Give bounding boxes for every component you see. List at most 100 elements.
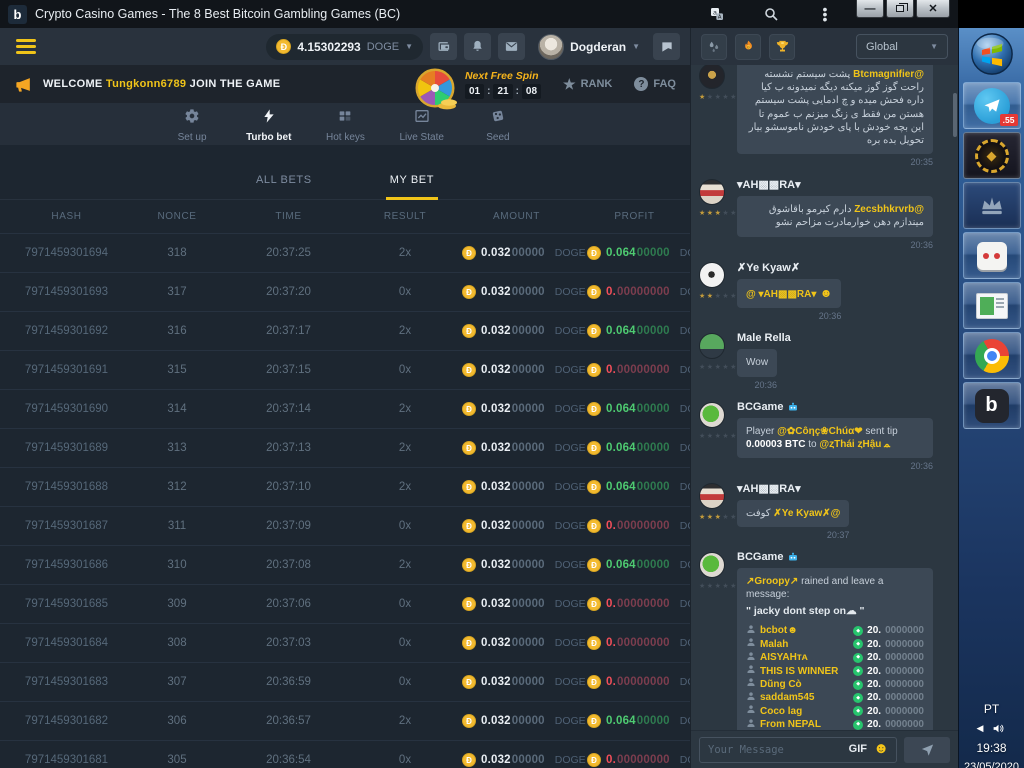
- coin-drop-button[interactable]: Đ: [735, 34, 761, 60]
- messages-button[interactable]: [498, 33, 525, 60]
- bet-time: 20:37:06: [221, 598, 356, 610]
- user-mention[interactable]: @Btcmagnifier: [853, 69, 924, 80]
- user-menu[interactable]: Dogderan ▼: [538, 34, 640, 60]
- emoji-button[interactable]: ☻: [873, 741, 889, 757]
- rain-recipient-name[interactable]: THIS IS WINNER: [760, 665, 849, 678]
- wallet-button[interactable]: [430, 33, 457, 60]
- user-mention[interactable]: ↗Groopy↗: [746, 576, 798, 587]
- tab-all-bets[interactable]: ALL BETS: [252, 174, 316, 200]
- menu-dots-icon[interactable]: •••: [816, 5, 834, 23]
- user-mention[interactable]: @✗Ye Kyaw✗: [773, 508, 840, 519]
- bet-time: 20:37:14: [221, 403, 356, 415]
- taskbar-crown-app[interactable]: [963, 182, 1021, 229]
- user-mention[interactable]: @ȥThái ȥHậu ﻤ: [819, 439, 890, 450]
- taskbar-dice-bot[interactable]: [963, 232, 1021, 279]
- table-row[interactable]: 797145930169031420:37:142xĐ0.03200000DOG…: [0, 389, 690, 428]
- send-message-button[interactable]: [904, 737, 950, 763]
- avatar[interactable]: [699, 483, 725, 509]
- chat-username[interactable]: BCGame: [737, 551, 948, 563]
- table-row[interactable]: 797145930168130520:36:540xĐ0.03200000DOG…: [0, 740, 690, 768]
- chat-message-body: ▾AH▩▩RA▾@✗Ye Kyaw✗ کوفت20:37: [737, 481, 948, 540]
- taskbar-bcgame[interactable]: b: [963, 382, 1021, 429]
- avatar[interactable]: [699, 552, 725, 578]
- faq-link[interactable]: ? FAQ: [634, 77, 676, 91]
- table-row[interactable]: 797145930168330720:36:590xĐ0.03200000DOG…: [0, 662, 690, 701]
- search-icon[interactable]: [762, 5, 780, 23]
- volume-icon[interactable]: [991, 722, 1006, 735]
- user-rating: ★★★★★: [699, 292, 738, 300]
- restore-button[interactable]: [886, 0, 914, 18]
- avatar[interactable]: [699, 179, 725, 205]
- chat-bubble: @✗Ye Kyaw✗ کوفت: [737, 500, 849, 527]
- chat-scrollbar[interactable]: [953, 93, 957, 137]
- taskbar-telegram[interactable]: .55: [963, 82, 1021, 129]
- hamburger-menu-icon[interactable]: [16, 39, 36, 54]
- rain-recipient-name[interactable]: Malah: [760, 638, 849, 651]
- table-row[interactable]: 797145930169331720:37:200xĐ0.03200000DOG…: [0, 272, 690, 311]
- translate-icon[interactable]: aA: [708, 5, 726, 23]
- table-row[interactable]: 797145930168430820:37:030xĐ0.03200000DOG…: [0, 623, 690, 662]
- free-spin-widget[interactable]: Next Free Spin 01: 21: 08: [413, 66, 541, 102]
- taskbar-date[interactable]: 23/05/2020: [964, 761, 1019, 768]
- bets-tabs: ALL BETS MY BET: [0, 145, 690, 200]
- taskbar-clock[interactable]: 19:38: [976, 741, 1006, 755]
- rain-recipient-name[interactable]: saddam545: [760, 691, 849, 704]
- table-row[interactable]: 797145930168931320:37:132xĐ0.03200000DOG…: [0, 428, 690, 467]
- table-row[interactable]: 797145930168230620:36:572xĐ0.03200000DOG…: [0, 701, 690, 740]
- language-indicator[interactable]: PT: [984, 702, 999, 716]
- settings-tab-turbo-bet[interactable]: Turbo bet: [246, 108, 291, 145]
- chat-username[interactable]: Male Rella: [737, 332, 948, 344]
- settings-tab-set-up[interactable]: Set up: [170, 108, 214, 145]
- rain-recipient-name[interactable]: From NEPAL: [760, 718, 849, 730]
- bet-nonce: 316: [133, 325, 221, 337]
- settings-tab-hot-keys[interactable]: Hot keys: [323, 108, 367, 145]
- start-button[interactable]: [968, 30, 1016, 78]
- table-row[interactable]: 797145930169431820:37:252xĐ0.03200000DOG…: [0, 233, 690, 272]
- chat-toggle-button[interactable]: [653, 33, 680, 60]
- user-mention[interactable]: @✿Côηç❀Chúα❤: [777, 426, 862, 437]
- star-icon: ★: [722, 210, 730, 217]
- table-row[interactable]: 797145930168631020:37:082xĐ0.03200000DOG…: [0, 545, 690, 584]
- minimize-button[interactable]: —: [856, 0, 884, 18]
- contest-button[interactable]: [769, 34, 795, 60]
- table-row[interactable]: 797145930168831220:37:102xĐ0.03200000DOG…: [0, 467, 690, 506]
- table-row[interactable]: 797145930168530920:37:060xĐ0.03200000DOG…: [0, 584, 690, 623]
- bet-profit: Đ0.00000000DOGE: [579, 285, 690, 299]
- bet-amount: Đ0.03200000DOGE: [454, 441, 579, 455]
- avatar[interactable]: [699, 402, 725, 428]
- avatar[interactable]: [699, 333, 725, 359]
- user-mention[interactable]: @ ▾AH▩▩RA▾: [746, 289, 816, 300]
- tray-expand-icon[interactable]: ◀: [977, 723, 984, 734]
- notifications-button[interactable]: [464, 33, 491, 60]
- chat-message-input[interactable]: [699, 737, 897, 763]
- rank-link[interactable]: ★ RANK: [563, 76, 612, 93]
- settings-tab-seed[interactable]: Seed: [476, 108, 520, 145]
- balance-selector[interactable]: Đ 4.15302293 DOGE ▼: [266, 34, 423, 60]
- chat-username[interactable]: ▾AH▩▩RA▾: [737, 178, 948, 191]
- rain-recipient-name[interactable]: Dũng Cò: [760, 678, 849, 691]
- rain-recipient-name[interactable]: AISYAHᴛᴀ: [760, 651, 849, 664]
- user-mention[interactable]: @Zecsbhkrvrb: [854, 204, 924, 215]
- taskbar-game-app[interactable]: ◆: [963, 132, 1021, 179]
- chat-username[interactable]: BCGame: [737, 401, 948, 413]
- tab-my-bet[interactable]: MY BET: [386, 174, 438, 200]
- profit-currency: DOGE: [680, 325, 690, 337]
- taskbar-stats-app[interactable]: [963, 282, 1021, 329]
- table-row[interactable]: 797145930168731120:37:090xĐ0.03200000DOG…: [0, 506, 690, 545]
- close-button[interactable]: ✕: [916, 0, 950, 18]
- avatar[interactable]: [699, 65, 725, 89]
- rain-button[interactable]: [701, 34, 727, 60]
- rain-recipient-name[interactable]: Coco lag: [760, 705, 849, 718]
- table-row[interactable]: 797145930169231620:37:172xĐ0.03200000DOG…: [0, 311, 690, 350]
- profit-currency: DOGE: [680, 676, 690, 688]
- rain-recipient-name[interactable]: bcbot☻: [760, 624, 849, 637]
- avatar[interactable]: [699, 262, 725, 288]
- chat-channel-select[interactable]: Global ▼: [856, 34, 948, 59]
- chat-username[interactable]: ✗Ye Kyaw✗: [737, 261, 948, 274]
- chat-bubble-wrap: @Btcmagnifier پشت سیستم نشسته راحت گوز گ…: [737, 65, 933, 167]
- table-row[interactable]: 797145930169131520:37:150xĐ0.03200000DOG…: [0, 350, 690, 389]
- trophy-icon: [775, 39, 790, 54]
- gif-button[interactable]: GIF: [849, 743, 867, 755]
- taskbar-chrome[interactable]: [963, 332, 1021, 379]
- chat-username[interactable]: ▾AH▩▩RA▾: [737, 482, 948, 495]
